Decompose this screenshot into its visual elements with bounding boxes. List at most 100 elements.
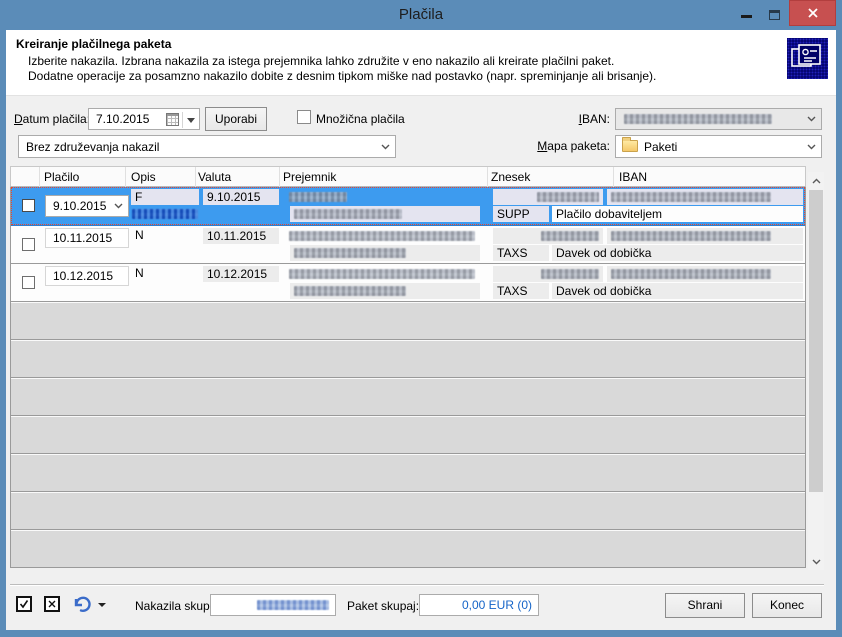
transfers-total-field: [210, 594, 336, 616]
row-payment-date-input[interactable]: 10.11.2015: [45, 228, 129, 248]
dialog-client-area: Kreiranje plačilnega paketa Izberite nak…: [6, 30, 836, 630]
chevron-down-icon: [807, 116, 816, 122]
apply-button[interactable]: Uporabi: [205, 107, 267, 131]
payment-card-logo-icon: [787, 38, 828, 79]
row-checkbox[interactable]: [22, 238, 35, 251]
payment-date-input[interactable]: 7.10.2015: [88, 108, 200, 130]
row-payment-date-value: 10.12.2015: [53, 269, 113, 283]
col-znesek: Znesek: [491, 170, 530, 184]
maximize-button[interactable]: [761, 0, 787, 26]
package-folder-label: Mapa paketa:: [526, 138, 610, 154]
date-label: Datum plačila:: [14, 111, 90, 127]
minimize-button[interactable]: [733, 0, 759, 26]
opis-cell: N: [131, 265, 199, 281]
redacted-iban-value: [624, 114, 772, 124]
save-button[interactable]: Shrani: [665, 593, 745, 618]
scroll-down-button[interactable]: [808, 553, 824, 570]
empty-table-row: [11, 302, 805, 340]
table-body: 9.10.2015 F 9.10.2015 SUPP Plačilo dobav…: [10, 187, 806, 568]
deselect-checkbox-icon: [48, 600, 56, 608]
redacted-prejemnik-name: [289, 192, 347, 202]
close-icon: [807, 7, 819, 19]
znesek-cell: [493, 228, 603, 244]
undo-button[interactable]: [72, 595, 92, 613]
undo-dropdown-icon[interactable]: [98, 603, 106, 607]
redacted-transfers-total: [257, 600, 329, 610]
package-total-label: Paket skupaj:: [347, 598, 419, 614]
valuta-cell: 10.12.2015: [203, 266, 279, 282]
redacted-iban-row-value: [611, 231, 771, 241]
bulk-payments-label: Množična plačila: [316, 111, 405, 127]
empty-table-row: [11, 340, 805, 378]
purpose-description-cell: Davek od dobička: [552, 245, 803, 261]
grouping-combobox[interactable]: Brez združevanja nakazil: [18, 135, 396, 158]
row-checkbox[interactable]: [22, 276, 35, 289]
iban-cell: [607, 189, 803, 205]
empty-table-row: [11, 492, 805, 530]
window-title: Plačila: [0, 6, 842, 23]
purpose-code-cell: SUPP: [493, 206, 549, 222]
scrollbar-thumb[interactable]: [809, 190, 823, 492]
redacted-znesek-value: [541, 231, 599, 241]
empty-table-row: [11, 454, 805, 492]
col-placilo: Plačilo: [44, 170, 79, 184]
opis-cell: N: [131, 227, 199, 243]
scroll-up-button[interactable]: [808, 172, 824, 189]
table-row[interactable]: 10.11.2015 N 10.11.2015 TAXS Davek od do…: [11, 226, 805, 264]
redacted-prejemnik-detail: [294, 248, 406, 258]
table-row[interactable]: 9.10.2015 F 9.10.2015 SUPP Plačilo dobav…: [11, 187, 805, 226]
deselect-all-button[interactable]: [44, 596, 60, 612]
minimize-icon: [741, 15, 752, 18]
package-folder-combobox[interactable]: Paketi: [615, 135, 822, 158]
valuta-cell: 9.10.2015: [203, 189, 279, 205]
header-description-line1: Izberite nakazila. Izbrana nakazila za i…: [28, 54, 614, 68]
vertical-scrollbar[interactable]: [808, 172, 824, 570]
title-bar[interactable]: Plačila: [0, 0, 842, 30]
row-checkbox[interactable]: [22, 199, 35, 212]
row-payment-date-dropdown[interactable]: 9.10.2015: [45, 195, 129, 217]
redacted-opis-detail: [132, 209, 198, 219]
empty-table-row: [11, 378, 805, 416]
redacted-prejemnik-name: [289, 269, 475, 279]
select-all-button[interactable]: [16, 596, 32, 612]
chevron-down-icon: [807, 144, 816, 150]
redacted-prejemnik-detail: [294, 209, 402, 219]
purpose-description-cell: Plačilo dobaviteljem: [552, 206, 803, 222]
select-all-checkbox-icon: [19, 599, 29, 609]
row-payment-date-value: 10.11.2015: [53, 231, 112, 245]
purpose-code-cell: TAXS: [493, 245, 549, 261]
payment-date-value: 7.10.2015: [96, 112, 149, 126]
date-dropdown-separator: [182, 112, 183, 128]
redacted-iban-row-value: [611, 269, 771, 279]
maximize-icon: [769, 10, 780, 20]
iban-combobox[interactable]: [615, 108, 822, 130]
iban-cell: [607, 266, 803, 282]
folder-icon: [622, 140, 638, 152]
redacted-znesek-value: [541, 269, 599, 279]
table-header: Plačilo Opis Valuta Prejemnik Znesek IBA…: [10, 166, 806, 187]
prejemnik-detail-cell: [290, 283, 480, 299]
row-payment-date-value: 9.10.2015: [53, 199, 106, 213]
redacted-znesek-value: [537, 192, 599, 202]
valuta-cell: 10.11.2015: [203, 228, 279, 244]
close-button[interactable]: [789, 0, 836, 26]
bulk-payments-checkbox[interactable]: [297, 110, 311, 124]
grouping-value: Brez združevanja nakazil: [26, 140, 159, 154]
col-opis: Opis: [131, 170, 156, 184]
empty-table-row: [11, 530, 805, 568]
redacted-prejemnik-detail: [294, 286, 406, 296]
chevron-down-icon: [381, 144, 390, 150]
date-dropdown-icon[interactable]: [187, 118, 195, 123]
iban-cell: [607, 228, 803, 244]
redacted-iban-row-value: [611, 192, 771, 202]
close-dialog-button[interactable]: Konec: [752, 593, 822, 618]
calendar-icon[interactable]: [166, 113, 179, 126]
table-row[interactable]: 10.12.2015 N 10.12.2015 TAXS Davek od do…: [11, 264, 805, 302]
empty-table-row: [11, 416, 805, 454]
footer-separator: [10, 584, 824, 586]
row-payment-date-input[interactable]: 10.12.2015: [45, 266, 129, 286]
chevron-up-icon: [812, 178, 821, 184]
page-title: Kreiranje plačilnega paketa: [16, 37, 171, 51]
header-panel: Kreiranje plačilnega paketa Izberite nak…: [6, 30, 836, 96]
package-total-value: 0,00 EUR (0): [462, 598, 532, 612]
